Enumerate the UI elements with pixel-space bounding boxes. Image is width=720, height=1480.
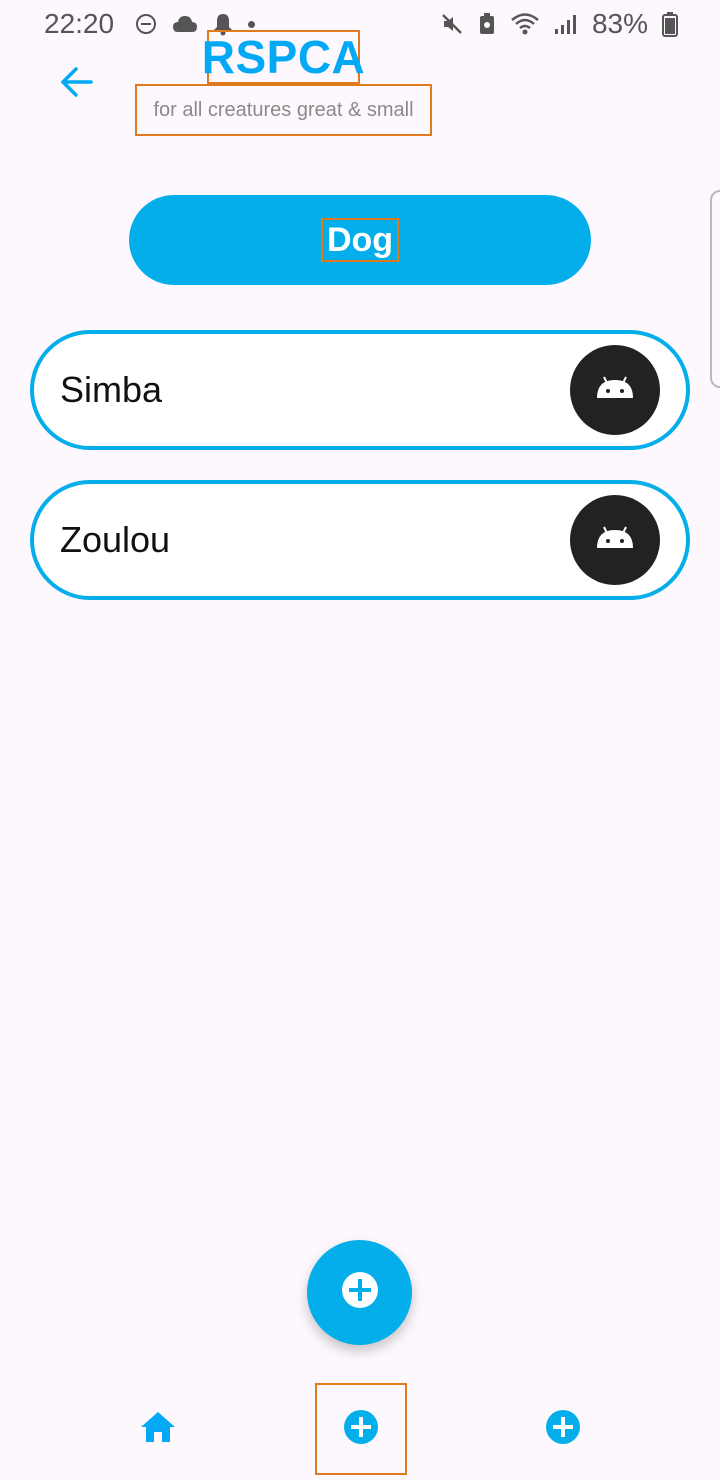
add-circle-icon <box>342 1408 380 1451</box>
category-label: Dog <box>320 218 400 262</box>
add-circle-icon <box>544 1408 582 1451</box>
list-item-pet[interactable]: Zoulou <box>30 480 690 600</box>
pet-name: Zoulou <box>60 519 171 560</box>
android-icon <box>595 376 635 405</box>
page-subtitle: for all creatures great & small <box>135 84 432 136</box>
bottom-navigation <box>0 1375 720 1480</box>
battery-saver-icon <box>478 12 496 36</box>
nav-add-secondary[interactable] <box>517 1383 609 1475</box>
android-icon <box>595 526 635 555</box>
cloud-icon <box>172 14 198 34</box>
add-circle-icon <box>340 1270 380 1315</box>
home-icon <box>139 1410 177 1449</box>
list-item-pet[interactable]: Simba <box>30 330 690 450</box>
nav-home[interactable] <box>112 1383 204 1475</box>
mute-icon <box>440 12 464 36</box>
status-right: 83% <box>440 8 678 40</box>
avatar <box>570 345 660 435</box>
pet-name: Simba <box>60 369 163 410</box>
add-fab-button[interactable] <box>307 1240 412 1345</box>
nav-add[interactable] <box>315 1383 407 1475</box>
avatar <box>570 495 660 585</box>
arrow-left-icon <box>58 66 94 103</box>
page-title: RSPCA <box>201 30 366 84</box>
category-button[interactable]: Dog <box>129 195 591 285</box>
battery-percent: 83% <box>591 8 648 39</box>
signal-icon <box>554 13 578 35</box>
status-time: 22:20 <box>44 8 115 39</box>
edge-panel-handle[interactable] <box>710 190 720 388</box>
battery-icon <box>662 11 678 37</box>
do-not-disturb-icon <box>134 12 158 36</box>
back-button[interactable] <box>52 60 100 108</box>
dot-icon <box>248 20 256 28</box>
wifi-icon <box>510 12 540 36</box>
